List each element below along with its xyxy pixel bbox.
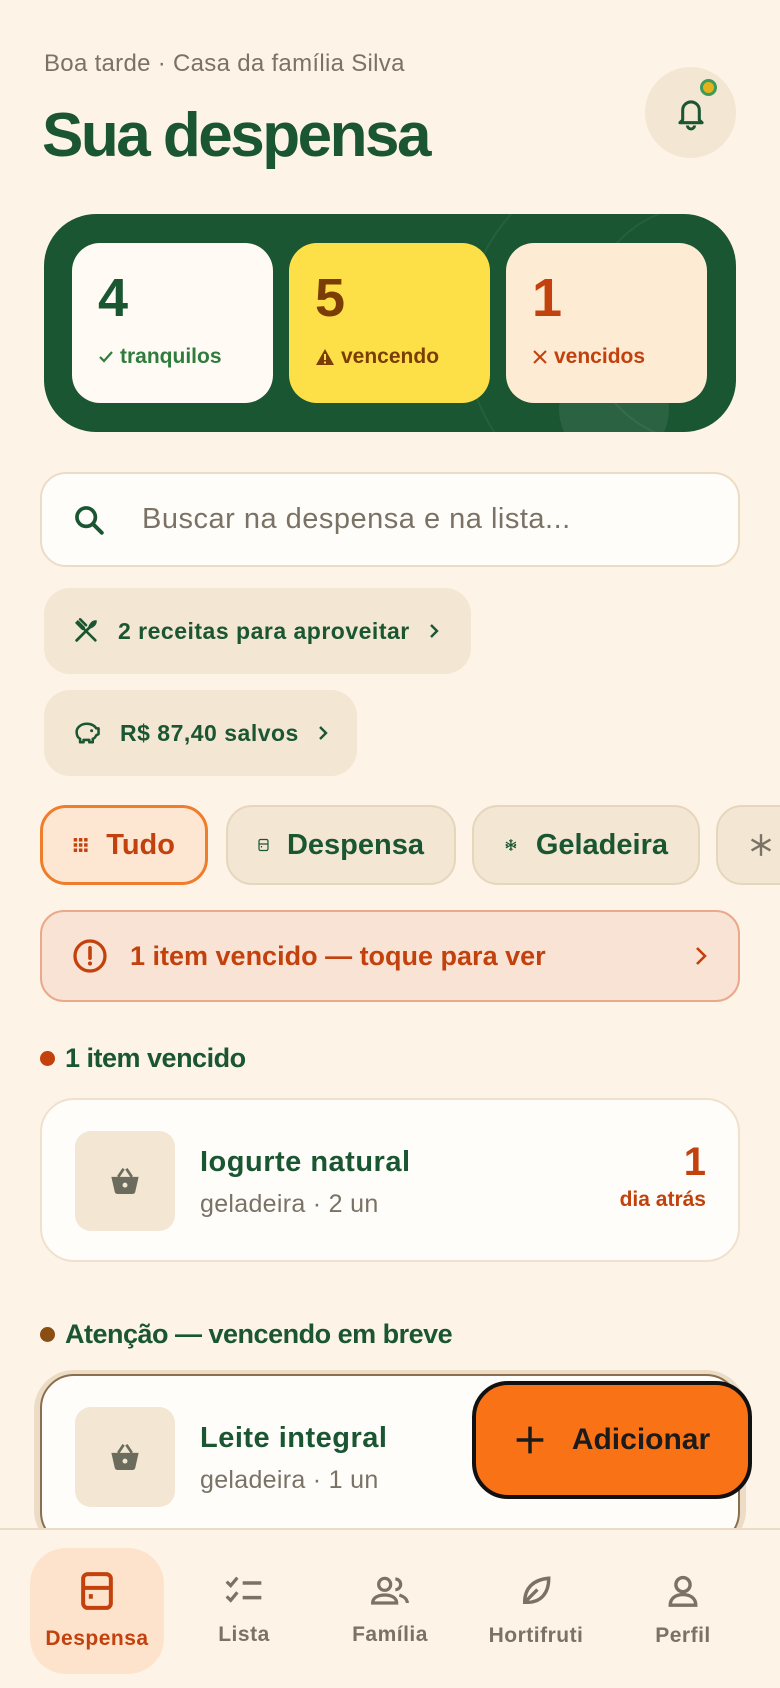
nav-item-produce[interactable]: Hortifruti <box>469 1548 603 1674</box>
item-meta: geladeira · 1 un <box>200 1466 379 1494</box>
nav-profile-label: Perfil <box>655 1624 711 1647</box>
filter-chips: Tudo Despensa Geladeira <box>40 805 780 885</box>
snowflake-icon <box>750 834 772 856</box>
item-days-label: dia atrás <box>619 1188 706 1211</box>
chevron-right-icon <box>318 726 328 740</box>
stat-card-ok[interactable]: 4 tranquilos <box>72 243 273 403</box>
filter-chip-pantry[interactable]: Despensa <box>226 805 456 885</box>
basket-icon <box>111 1443 139 1470</box>
filter-chip-all[interactable]: Tudo <box>40 805 208 885</box>
stat-expired-value: 1 <box>532 268 563 328</box>
x-icon <box>533 350 547 364</box>
item-card[interactable]: Iogurte natural geladeira · 2 un 1 dia a… <box>40 1098 740 1262</box>
notification-dot <box>700 79 717 96</box>
search-input[interactable] <box>142 503 702 536</box>
stat-card-warning[interactable]: 5 vencendo <box>289 243 490 403</box>
section-expired-heading: 1 item vencido <box>40 1043 246 1074</box>
filter-chip-fridge[interactable]: Geladeira <box>472 805 700 885</box>
page-title: Sua despensa <box>42 101 431 170</box>
add-item-button[interactable]: Adicionar <box>472 1381 752 1499</box>
filter-chip-pantry-label: Despensa <box>286 828 424 861</box>
chevron-right-icon <box>429 624 439 638</box>
nav-item-family[interactable]: Família <box>323 1548 457 1674</box>
notifications-button[interactable] <box>645 67 736 158</box>
section-warning-heading: Atenção — vencendo em breve <box>40 1319 453 1350</box>
filter-chip-freezer[interactable] <box>716 805 780 885</box>
section-warning-title: Atenção — vencendo em breve <box>65 1319 453 1349</box>
grid-icon <box>73 838 88 852</box>
item-expiry: 1 dia atrás <box>620 1142 706 1212</box>
stat-card-expired[interactable]: 1 vencidos <box>506 243 707 403</box>
snowflake-icon <box>505 839 517 851</box>
nav-pantry-label: Despensa <box>45 1627 149 1650</box>
alert-text: 1 item vencido — toque para ver <box>130 940 546 971</box>
item-days-count: 1 <box>683 1140 706 1184</box>
item-thumbnail <box>75 1407 175 1507</box>
search-icon <box>75 505 104 535</box>
stat-ok-label: tranquilos <box>120 345 222 368</box>
savings-label: R$ 87,40 salvos <box>120 719 299 746</box>
plus-icon <box>516 1426 544 1454</box>
stat-ok-value: 4 <box>98 268 129 328</box>
stats-panel: 4 tranquilos 5 vencendo 1 vencidos <box>44 214 736 432</box>
leaf-icon <box>522 1576 551 1605</box>
chevron-right-icon <box>696 947 707 965</box>
utensils-icon <box>75 618 97 642</box>
nav-item-list[interactable]: Lista <box>177 1548 311 1674</box>
savings-pill[interactable]: R$ 87,40 salvos <box>44 690 357 776</box>
bottom-nav: Despensa Lista Família Hortifruti Perfil <box>0 1528 780 1688</box>
alert-circle-icon <box>73 939 107 973</box>
greeting: Boa tarde · Casa da família Silva <box>44 50 405 77</box>
nav-item-profile[interactable]: Perfil <box>616 1548 750 1674</box>
search-bar[interactable] <box>40 472 740 567</box>
user-icon <box>668 1575 698 1607</box>
piggy-bank-icon <box>75 722 100 744</box>
stat-expired-label: vencidos <box>554 345 646 368</box>
nav-list-label: Lista <box>218 1623 270 1646</box>
check-icon <box>99 351 113 363</box>
add-item-label: Adicionar <box>571 1423 711 1456</box>
section-expired-title: 1 item vencido <box>65 1043 246 1073</box>
stat-warning-label: vencendo <box>341 345 440 368</box>
nav-item-pantry[interactable]: Despensa <box>30 1548 164 1674</box>
recipes-pill[interactable]: 2 receitas para aproveitar <box>44 588 471 674</box>
expired-alert-banner[interactable]: 1 item vencido — toque para ver <box>40 910 740 1002</box>
warning-icon <box>316 349 334 365</box>
item-meta: geladeira · 2 un <box>200 1190 379 1218</box>
recipes-label: 2 receitas para aproveitar <box>118 617 410 644</box>
filter-chip-all-label: Tudo <box>106 828 175 861</box>
bell-icon <box>677 99 704 130</box>
checklist-icon <box>225 1576 262 1603</box>
item-thumbnail <box>75 1131 175 1231</box>
basket-icon <box>111 1167 139 1194</box>
item-name: Iogurte natural <box>200 1146 411 1178</box>
item-name: Leite integral <box>200 1422 388 1454</box>
stat-warning-value: 5 <box>315 268 346 328</box>
people-icon <box>371 1576 409 1605</box>
nav-family-label: Família <box>352 1623 428 1646</box>
pantry-icon <box>81 1572 113 1610</box>
nav-produce-label: Hortifruti <box>488 1624 584 1647</box>
filter-chip-fridge-label: Geladeira <box>535 828 668 861</box>
cabinet-icon <box>258 838 269 852</box>
